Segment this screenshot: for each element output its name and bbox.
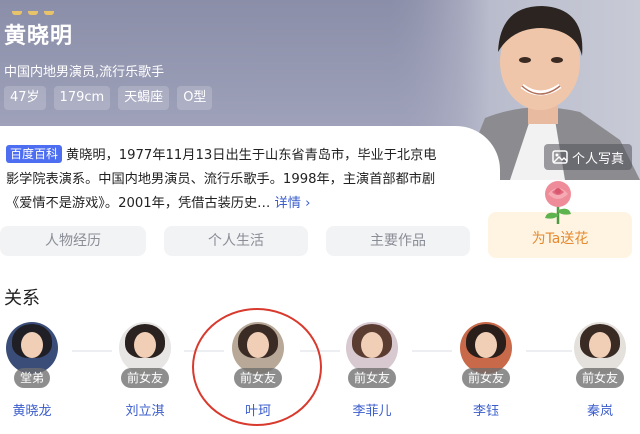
- avatar: [574, 322, 626, 374]
- baike-source-badge[interactable]: 百度百科: [6, 145, 63, 163]
- avatar: [119, 322, 171, 374]
- tab-life-experience[interactable]: 人物经历: [0, 226, 146, 256]
- personal-photos-button[interactable]: 个人写真: [543, 144, 632, 170]
- relations-title: 关系: [4, 288, 40, 309]
- relation-item[interactable]: 前女友 李菲儿: [326, 322, 418, 419]
- relation-name[interactable]: 黄晓龙: [0, 400, 78, 419]
- relation-item[interactable]: 前女友 刘立淇: [99, 322, 191, 419]
- relation-badge: 堂弟: [13, 368, 51, 388]
- tab-major-works[interactable]: 主要作品: [326, 226, 470, 256]
- relation-item[interactable]: 前女友 李钰: [440, 322, 532, 419]
- avatar: [6, 322, 58, 374]
- send-flower-label: 为Ta送花: [531, 231, 589, 247]
- bio-text: 黄晓明，1977年11月13日出生于山东省青岛市，毕业于北京电影学院表演系。中国…: [6, 148, 437, 211]
- avatar: [460, 322, 512, 374]
- person-occupation: 中国内地男演员,流行乐歌手: [4, 65, 165, 80]
- tab-personal-life[interactable]: 个人生活: [164, 226, 308, 256]
- header-decoration: [12, 0, 72, 15]
- tag-zodiac: 天蝎座: [118, 86, 170, 110]
- relation-name[interactable]: 刘立淇: [99, 400, 191, 419]
- relation-badge: 前女友: [575, 368, 625, 388]
- tag-height: 179cm: [53, 86, 111, 110]
- avatar: [346, 322, 398, 374]
- image-icon: [552, 150, 568, 164]
- relation-name[interactable]: 秦岚: [554, 400, 640, 419]
- relation-name[interactable]: 李菲儿: [326, 400, 418, 419]
- relation-badge: 前女友: [461, 368, 511, 388]
- relation-badge: 前女友: [120, 368, 170, 388]
- personal-photos-label: 个人写真: [571, 151, 624, 167]
- rose-icon: [545, 181, 571, 224]
- tag-age: 47岁: [4, 86, 46, 110]
- info-tags: 47岁 179cm 天蝎座 O型: [4, 86, 213, 110]
- relation-item[interactable]: 前女友 秦岚: [554, 322, 640, 419]
- relation-name[interactable]: 李钰: [440, 400, 532, 419]
- tag-blood-type: O型: [177, 86, 213, 110]
- person-name: 黄晓明: [4, 24, 74, 49]
- relation-badge: 前女友: [347, 368, 397, 388]
- relation-item[interactable]: 堂弟 黄晓龙: [0, 322, 78, 419]
- highlight-circle: [192, 308, 322, 426]
- bio-summary: 百度百科 黄晓明，1977年11月13日出生于山东省青岛市，毕业于北京电影学院表演…: [6, 144, 446, 216]
- bio-more-link[interactable]: 详情 ›: [275, 196, 311, 211]
